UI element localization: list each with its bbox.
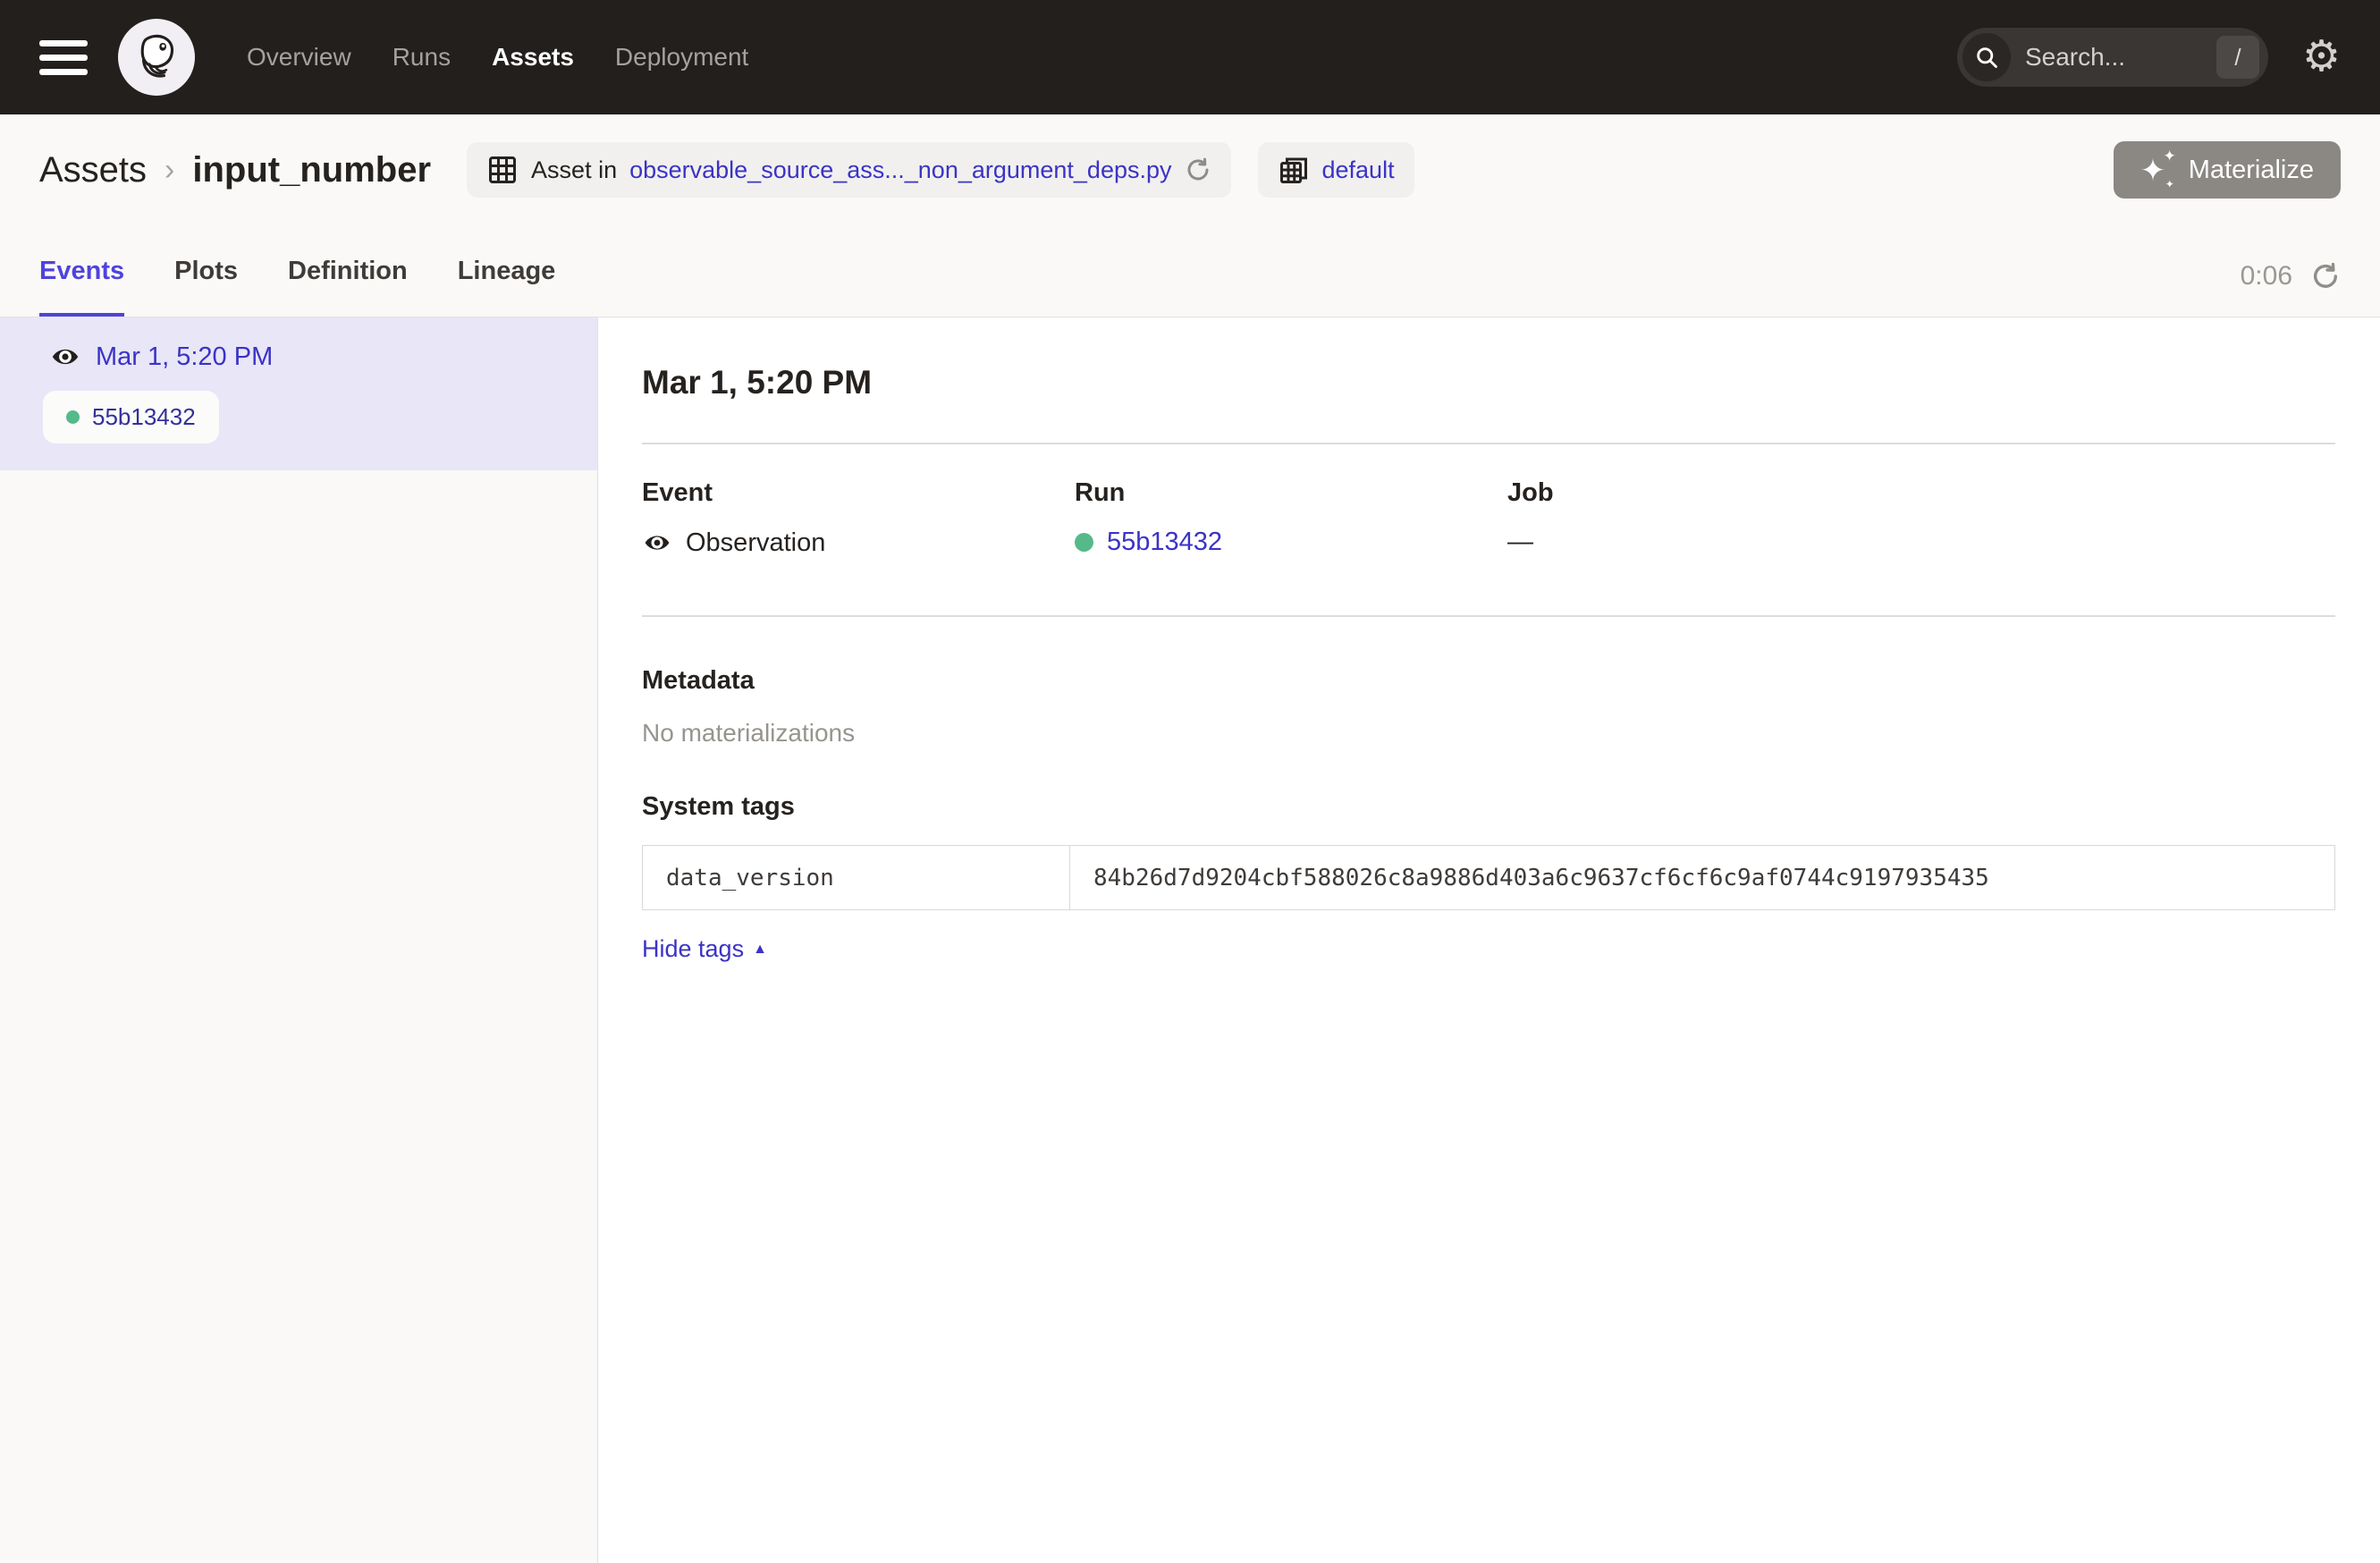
event-list-item[interactable]: Mar 1, 5:20 PM 55b13432 — [0, 317, 597, 470]
page-title: input_number — [192, 150, 431, 190]
system-tags-table: data_version 84b26d7d9204cbf588026c8a988… — [642, 845, 2335, 910]
refresh-countdown: 0:06 — [2241, 261, 2292, 291]
metadata-empty-text: No materializations — [642, 719, 2335, 748]
tag-value-cell: 84b26d7d9204cbf588026c8a9886d403a6c9637c… — [1070, 846, 2335, 910]
tab-definition[interactable]: Definition — [288, 257, 408, 317]
events-content: Mar 1, 5:20 PM 55b13432 Mar 1, 5:20 PM E… — [0, 317, 2380, 1563]
job-column: Job — — [1507, 478, 1940, 558]
tag-key-cell: data_version — [643, 846, 1070, 910]
caret-up-icon: ▲ — [753, 942, 767, 958]
job-column-label: Job — [1507, 478, 1940, 508]
tab-events[interactable]: Events — [39, 257, 124, 317]
nav-item-overview[interactable]: Overview — [247, 43, 351, 72]
asset-tabs-bar: Events Plots Definition Lineage 0:06 — [0, 225, 2380, 317]
repo-default-link[interactable]: default — [1322, 156, 1395, 184]
observation-eye-icon — [642, 528, 672, 558]
hide-tags-label: Hide tags — [642, 935, 744, 963]
asset-grid-icon — [486, 154, 519, 186]
event-detail-panel: Mar 1, 5:20 PM Event Observation Run — [598, 317, 2380, 1563]
tab-lineage[interactable]: Lineage — [458, 257, 556, 317]
sparkles-icon: ✦ ✦ ✦ — [2140, 150, 2176, 190]
asset-location-badge: Asset in observable_source_ass..._non_ar… — [467, 142, 1230, 198]
event-column: Event Observation — [642, 478, 1075, 558]
run-column-label: Run — [1075, 478, 1507, 508]
divider — [642, 615, 2335, 617]
nav-item-deployment[interactable]: Deployment — [615, 43, 748, 72]
asset-file-link[interactable]: observable_source_ass..._non_argument_de… — [629, 156, 1171, 184]
settings-gear-icon[interactable]: ⚙ — [2302, 36, 2341, 79]
search-input[interactable] — [2025, 43, 2216, 72]
run-column: Run 55b13432 — [1075, 478, 1507, 558]
event-column-label: Event — [642, 478, 1075, 508]
metadata-heading: Metadata — [642, 666, 2335, 696]
search-shortcut-badge: / — [2216, 36, 2259, 79]
search-icon — [1962, 33, 2011, 81]
run-status-dot — [1075, 533, 1093, 552]
system-tags-heading: System tags — [642, 792, 2335, 822]
top-nav: Overview Runs Assets Deployment / ⚙ — [0, 0, 2380, 114]
divider — [642, 443, 2335, 444]
event-type-value: Observation — [686, 528, 825, 558]
menu-icon[interactable] — [39, 40, 88, 75]
tab-plots[interactable]: Plots — [174, 257, 238, 317]
run-id-label: 55b13432 — [92, 403, 196, 431]
dagster-logo-icon[interactable] — [118, 19, 195, 96]
run-status-dot — [66, 410, 80, 424]
repo-badge[interactable]: default — [1258, 142, 1414, 198]
event-detail-title: Mar 1, 5:20 PM — [642, 364, 2335, 401]
asset-in-label: Asset in — [531, 156, 617, 184]
hide-tags-link[interactable]: Hide tags ▲ — [642, 935, 767, 963]
repo-icon — [1278, 154, 1310, 186]
primary-nav: Overview Runs Assets Deployment — [247, 43, 748, 72]
event-timestamp-link[interactable]: Mar 1, 5:20 PM — [96, 342, 273, 372]
breadcrumb-assets-link[interactable]: Assets — [39, 150, 147, 190]
observation-eye-icon — [49, 341, 81, 373]
search-bar[interactable]: / — [1957, 28, 2268, 87]
refresh-icon[interactable] — [2310, 261, 2341, 291]
nav-item-assets[interactable]: Assets — [492, 43, 574, 72]
table-row: data_version 84b26d7d9204cbf588026c8a988… — [643, 846, 2335, 910]
run-id-link[interactable]: 55b13432 — [1107, 528, 1222, 557]
breadcrumb-chevron-icon: › — [165, 153, 174, 188]
nav-item-runs[interactable]: Runs — [392, 43, 451, 72]
materialize-button[interactable]: ✦ ✦ ✦ Materialize — [2114, 141, 2341, 199]
event-run-tag[interactable]: 55b13432 — [43, 391, 219, 444]
asset-header: Assets › input_number Asset in observabl… — [0, 114, 2380, 225]
event-list-sidebar: Mar 1, 5:20 PM 55b13432 — [0, 317, 598, 1563]
reload-location-icon[interactable] — [1185, 156, 1211, 183]
job-empty-value: — — [1507, 528, 1533, 557]
materialize-label: Materialize — [2189, 156, 2314, 185]
